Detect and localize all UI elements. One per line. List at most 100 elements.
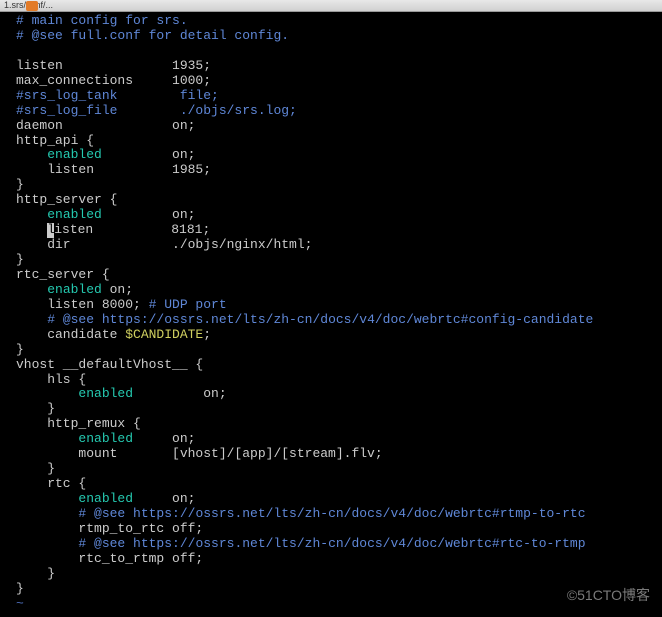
code-line: listen 1985; xyxy=(16,163,662,178)
code-text: } xyxy=(16,566,55,581)
code-line: mount [vhost]/[app]/[stream].flv; xyxy=(16,447,662,462)
code-line: enabled on; xyxy=(16,492,662,507)
comment-text: # @see https://ossrs.net/lts/zh-cn/docs/… xyxy=(78,536,585,551)
comment-text: #srs_log_tank file; xyxy=(16,88,219,103)
code-text: rtc { xyxy=(16,476,86,491)
comment-text: # main config for srs. xyxy=(16,13,188,28)
code-text: listen 1935; xyxy=(16,58,211,73)
code-line: ~ xyxy=(16,597,662,612)
code-line: # @see https://ossrs.net/lts/zh-cn/docs/… xyxy=(16,507,662,522)
code-text: http_api { xyxy=(16,133,94,148)
code-line: dir ./objs/nginx/html; xyxy=(16,238,662,253)
code-line: enabled on; xyxy=(16,387,662,402)
code-line: http_remux { xyxy=(16,417,662,432)
tilde-marker: ~ xyxy=(16,596,24,611)
code-line: enabled on; xyxy=(16,208,662,223)
code-text: } xyxy=(16,461,55,476)
code-text: http_remux { xyxy=(16,416,141,431)
code-text xyxy=(16,491,78,506)
code-editor[interactable]: # main config for srs.# @see full.conf f… xyxy=(0,12,662,612)
code-line: #srs_log_file ./objs/srs.log; xyxy=(16,104,662,119)
keyword-text: enabled xyxy=(47,282,102,297)
code-text: isten 8181; xyxy=(54,222,210,237)
code-line: enabled on; xyxy=(16,283,662,298)
code-text: mount [vhost]/[app]/[stream].flv; xyxy=(16,446,383,461)
code-text: rtmp_to_rtc off; xyxy=(16,521,203,536)
code-text xyxy=(16,386,78,401)
code-line: rtc { xyxy=(16,477,662,492)
code-text: } xyxy=(16,342,24,357)
code-line: rtmp_to_rtc off; xyxy=(16,522,662,537)
code-text xyxy=(16,147,47,162)
comment-text: # @see https://ossrs.net/lts/zh-cn/docs/… xyxy=(47,312,593,327)
code-text: on; xyxy=(102,147,196,162)
keyword-text: enabled xyxy=(78,431,133,446)
code-line: } xyxy=(16,462,662,477)
code-text: ; xyxy=(203,327,211,342)
code-text: } xyxy=(16,581,24,596)
watermark: ©51CTO博客 xyxy=(567,587,650,603)
code-text: rtc_to_rtmp off; xyxy=(16,551,203,566)
code-line: } xyxy=(16,178,662,193)
titlebar: 1.srs/conf/... xyxy=(0,0,662,12)
code-text: } xyxy=(16,252,24,267)
code-line: listen 8000; # UDP port xyxy=(16,298,662,313)
code-line: } xyxy=(16,582,662,597)
code-line: max_connections 1000; xyxy=(16,74,662,89)
code-line: vhost __defaultVhost__ { xyxy=(16,358,662,373)
code-text: on; xyxy=(133,491,195,506)
comment-text: # UDP port xyxy=(149,297,227,312)
code-text: max_connections 1000; xyxy=(16,73,211,88)
app-icon xyxy=(26,1,38,11)
code-text: on; xyxy=(102,282,133,297)
code-line: } xyxy=(16,402,662,417)
keyword-text: enabled xyxy=(78,491,133,506)
code-line: http_server { xyxy=(16,193,662,208)
code-line: rtc_server { xyxy=(16,268,662,283)
variable-text: $CANDIDATE xyxy=(125,327,203,342)
code-text xyxy=(16,207,47,222)
code-line: # @see https://ossrs.net/lts/zh-cn/docs/… xyxy=(16,537,662,552)
code-text xyxy=(16,431,78,446)
code-text: on; xyxy=(133,386,227,401)
code-text: listen 8000; xyxy=(16,297,149,312)
code-line: # main config for srs. xyxy=(16,14,662,29)
code-text: hls { xyxy=(16,372,86,387)
code-text xyxy=(16,282,47,297)
code-text: } xyxy=(16,177,24,192)
comment-text: #srs_log_file ./objs/srs.log; xyxy=(16,103,297,118)
comment-text: # @see https://ossrs.net/lts/zh-cn/docs/… xyxy=(78,506,585,521)
keyword-text: enabled xyxy=(47,147,102,162)
code-line: daemon on; xyxy=(16,119,662,134)
code-text xyxy=(16,536,78,551)
code-line: enabled on; xyxy=(16,148,662,163)
code-line: } xyxy=(16,567,662,582)
code-text: on; xyxy=(102,207,196,222)
code-line: listen 8181; xyxy=(16,223,662,238)
code-text: daemon on; xyxy=(16,118,195,133)
code-text: candidate xyxy=(16,327,125,342)
code-line: candidate $CANDIDATE; xyxy=(16,328,662,343)
code-line: } xyxy=(16,343,662,358)
code-line: rtc_to_rtmp off; xyxy=(16,552,662,567)
code-text: vhost __defaultVhost__ { xyxy=(16,357,203,372)
code-line: http_api { xyxy=(16,134,662,149)
code-line: #srs_log_tank file; xyxy=(16,89,662,104)
code-line: enabled on; xyxy=(16,432,662,447)
code-line: # @see full.conf for detail config. xyxy=(16,29,662,44)
code-text: listen 1985; xyxy=(16,162,211,177)
code-line: listen 1935; xyxy=(16,59,662,74)
code-text xyxy=(16,312,47,327)
code-line: } xyxy=(16,253,662,268)
code-text: dir ./objs/nginx/html; xyxy=(16,237,312,252)
code-text: on; xyxy=(133,431,195,446)
code-text: http_server { xyxy=(16,192,117,207)
code-text: rtc_server { xyxy=(16,267,110,282)
code-line: hls { xyxy=(16,373,662,388)
code-text xyxy=(16,222,47,237)
code-text: } xyxy=(16,401,55,416)
code-text xyxy=(16,506,78,521)
code-line: # @see https://ossrs.net/lts/zh-cn/docs/… xyxy=(16,313,662,328)
comment-text: # @see full.conf for detail config. xyxy=(16,28,289,43)
code-line xyxy=(16,44,662,59)
